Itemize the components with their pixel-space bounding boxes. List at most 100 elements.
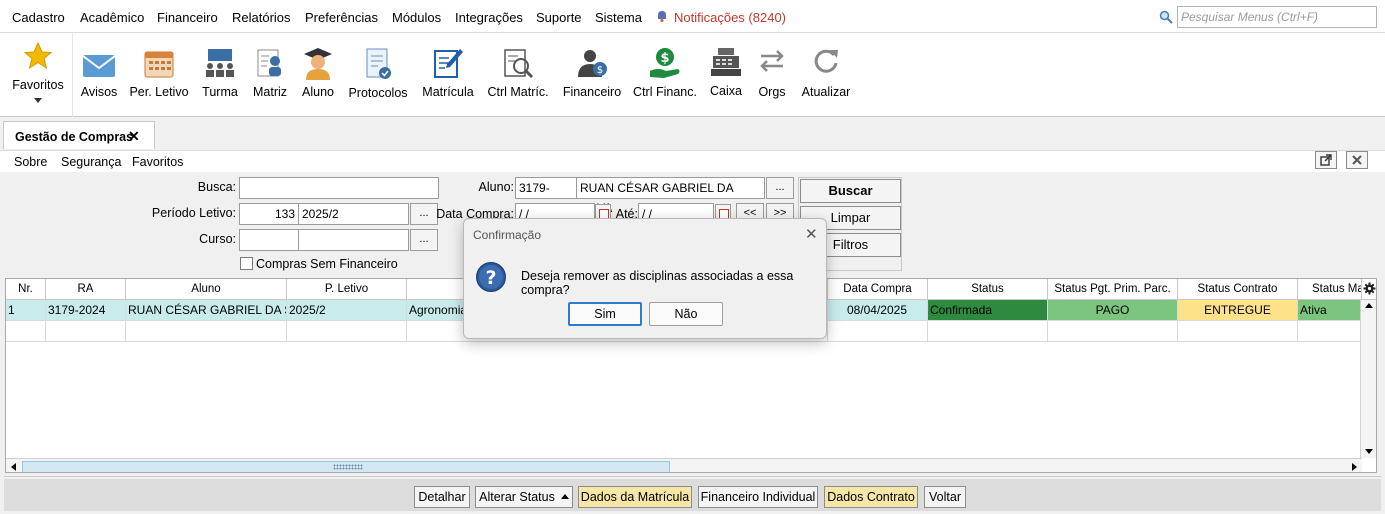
sem-financeiro-label: Compras Sem Financeiro (256, 257, 398, 271)
column-header-data-compra[interactable]: Data Compra (828, 279, 928, 300)
aluno-ra-input[interactable]: 3179-2024 (515, 177, 577, 215)
aluno-nome-input[interactable]: RUAN CÉSAR GABRIEL DA SILVA (576, 177, 765, 215)
popout-button[interactable] (1315, 151, 1337, 169)
scroll-down-icon[interactable] (1365, 449, 1373, 454)
submenu-seguranca[interactable]: Segurança (61, 155, 121, 169)
toolbar-turma-button[interactable]: Turma (200, 33, 240, 117)
aluno-label: Aluno: (478, 180, 514, 194)
financeiro-individual-button[interactable]: Financeiro Individual (698, 486, 818, 508)
menu-search (1159, 6, 1379, 28)
menu-relatorios[interactable]: Relatórios (232, 10, 291, 25)
cell-data-compra: 08/04/2025 (828, 300, 928, 321)
svg-text:?: ? (485, 267, 496, 289)
transfer-arrows-icon (760, 50, 784, 72)
enrollment-control-icon (504, 49, 534, 79)
cell-status-contrato: ENTREGUE (1178, 300, 1298, 321)
close-icon[interactable]: ✕ (128, 128, 140, 145)
toolbar-ctrl-matric-button[interactable]: Ctrl Matríc. (486, 33, 550, 117)
busca-label: Busca: (197, 180, 236, 194)
column-header-status-contrato[interactable]: Status Contrato (1178, 279, 1298, 300)
toolbar-financeiro-button[interactable]: $ Financeiro (560, 33, 624, 117)
column-header-ra[interactable]: RA (46, 279, 126, 300)
column-header-periodo[interactable]: P. Letivo (287, 279, 407, 300)
dados-contrato-button[interactable]: Dados Contrato (824, 486, 918, 508)
toolbar-favoritos-button[interactable]: Favoritos (8, 33, 68, 117)
periodo-code-input[interactable]: 133 (239, 203, 299, 225)
cell-periodo: 2025/2 (287, 300, 407, 321)
tab-gestao-compras[interactable]: Gestão de Compras ✕ (3, 121, 155, 149)
column-header-nr[interactable]: Nr. (6, 279, 46, 300)
money-hand-icon: $ (650, 48, 680, 78)
search-input[interactable] (1177, 6, 1377, 28)
cell-status-ma: Ativa (1298, 300, 1362, 321)
toolbar-aluno-button[interactable]: Aluno (298, 33, 338, 117)
cell-ra: 3179-2024 (46, 300, 126, 321)
dialog-message: Deseja remover as disciplinas associadas… (521, 269, 794, 297)
toolbar-atualizar-button[interactable]: Atualizar (800, 33, 852, 117)
toolbar-orgs-button[interactable]: Orgs (754, 33, 790, 117)
scroll-left-icon[interactable] (11, 463, 16, 471)
no-button[interactable]: Não (649, 302, 723, 326)
scroll-thumb[interactable] (22, 461, 670, 472)
gear-icon[interactable] (1363, 282, 1376, 295)
student-icon (304, 48, 332, 80)
enrollment-icon (434, 49, 463, 78)
submenu-sobre[interactable]: Sobre (14, 155, 47, 169)
detalhar-button[interactable]: Detalhar (414, 486, 470, 508)
curso-lookup-button[interactable]: ... (410, 229, 438, 251)
column-header-aluno[interactable]: Aluno (126, 279, 287, 300)
tab-strip: Gestão de Compras ✕ (0, 118, 1385, 150)
menu-integracoes[interactable]: Integrações (455, 10, 523, 25)
toolbar-ctrl-financ-button[interactable]: $ Ctrl Financ. (632, 33, 698, 117)
cell-status: Confirmada (928, 300, 1048, 321)
toolbar-avisos-button[interactable]: Avisos (78, 33, 120, 117)
close-icon[interactable]: ✕ (805, 225, 818, 243)
menu-sistema[interactable]: Sistema (595, 10, 642, 25)
menu-cadastro[interactable]: Cadastro (12, 10, 65, 25)
toolbar-protocolos-button[interactable]: Protocolos (346, 33, 410, 117)
curso-code-input[interactable] (239, 229, 299, 251)
scroll-up-icon[interactable] (1365, 303, 1373, 308)
toolbar-caixa-button[interactable]: Caixa (706, 33, 746, 117)
curso-value-input[interactable] (298, 229, 409, 251)
protocol-icon (366, 48, 391, 79)
chevron-up-icon (560, 494, 569, 499)
aluno-lookup-button[interactable]: ... (766, 177, 794, 199)
notifications-link[interactable]: Notificações (8240) (674, 10, 786, 25)
footer-toolbar: Detalhar Alterar Status Dados da Matrícu… (4, 476, 1381, 514)
menu-suporte[interactable]: Suporte (536, 10, 582, 25)
cell-nr: 1 (6, 300, 46, 321)
close-window-button[interactable] (1346, 151, 1368, 169)
periodo-value-input[interactable]: 2025/2 (298, 203, 409, 225)
chevron-down-icon (34, 98, 42, 103)
toolbar-matriz-button[interactable]: Matriz (250, 33, 290, 117)
busca-input[interactable] (239, 177, 439, 199)
column-header-status[interactable]: Status (928, 279, 1048, 300)
menubar: Cadastro Acadêmico Financeiro Relatórios… (0, 0, 1385, 33)
confirmation-dialog: Confirmação ✕ ? Deseja remover as discip… (463, 218, 827, 339)
column-header-status-pgt[interactable]: Status Pgt. Prim. Parc. (1048, 279, 1178, 300)
vertical-scrollbar[interactable] (1360, 300, 1376, 458)
menu-preferencias[interactable]: Preferências (305, 10, 378, 25)
submenu-favoritos[interactable]: Favoritos (132, 155, 183, 169)
voltar-button[interactable]: Voltar (924, 486, 966, 508)
menu-modulos[interactable]: Módulos (392, 10, 441, 25)
buscar-button[interactable]: Buscar (800, 179, 901, 203)
dados-matricula-button[interactable]: Dados da Matrícula (578, 486, 692, 508)
sem-financeiro-checkbox[interactable] (240, 257, 253, 270)
curriculum-icon (257, 49, 281, 77)
horizontal-scrollbar[interactable] (6, 458, 1362, 472)
scroll-right-icon[interactable] (1352, 463, 1357, 471)
alterar-status-button[interactable]: Alterar Status (475, 486, 573, 508)
notification-icon (658, 11, 666, 22)
menu-academico[interactable]: Acadêmico (80, 10, 144, 25)
toolbar-per-letivo-button[interactable]: Per. Letivo (128, 33, 190, 117)
cell-status-pgt: PAGO (1048, 300, 1178, 321)
toolbar-matricula-button[interactable]: Matrícula (420, 33, 476, 117)
close-icon (1352, 155, 1362, 165)
sub-menu: Sobre Segurança Favoritos (0, 150, 1385, 172)
menu-financeiro[interactable]: Financeiro (157, 10, 218, 25)
yes-button[interactable]: Sim (568, 302, 642, 326)
cell-aluno: RUAN CÉSAR GABRIEL DA S... (126, 300, 287, 321)
column-header-status-ma[interactable]: Status Ma (1298, 279, 1362, 300)
